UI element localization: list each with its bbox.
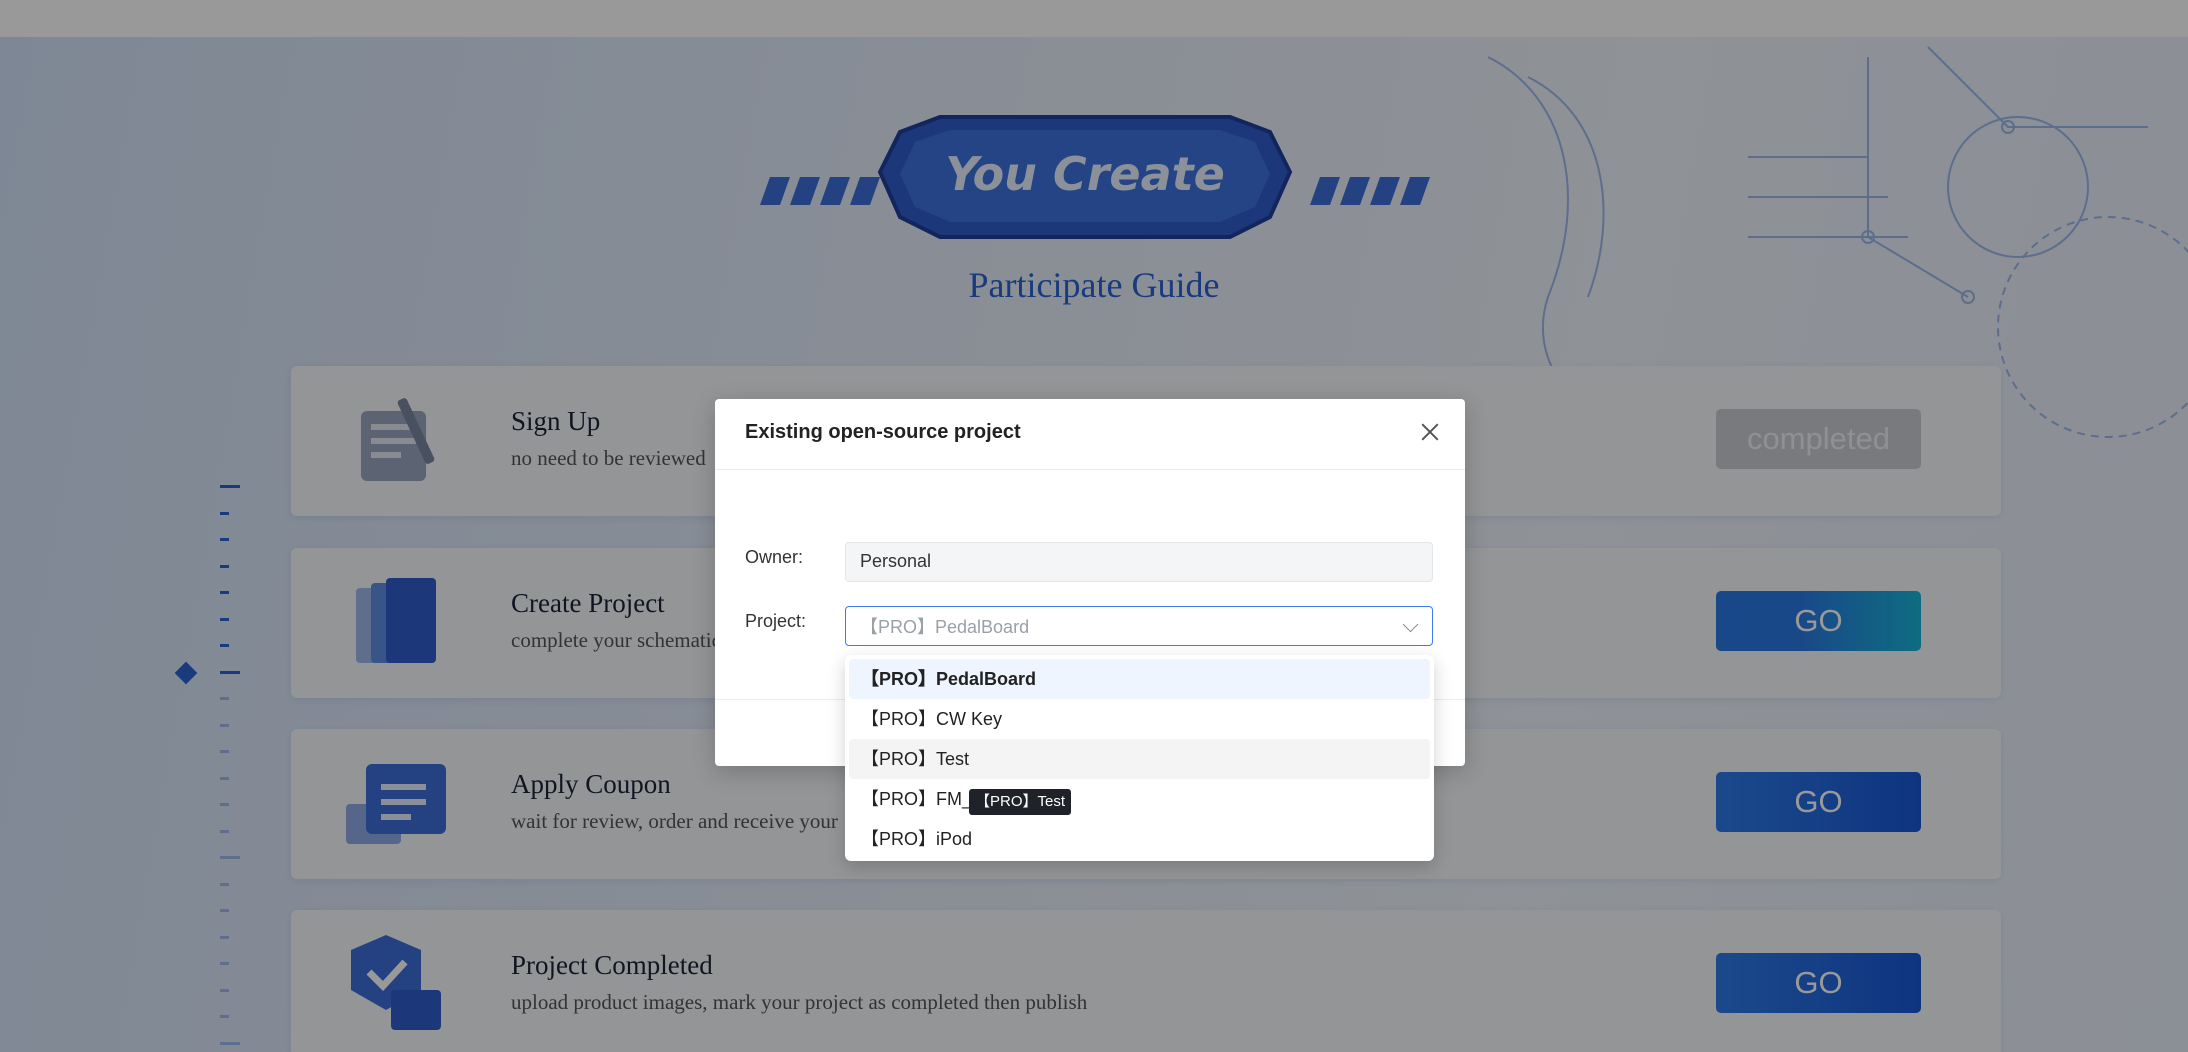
owner-field[interactable]: Personal: [845, 542, 1433, 582]
dropdown-option[interactable]: 【PRO】Test: [849, 739, 1430, 779]
modal-header: Existing open-source project: [715, 399, 1465, 470]
dropdown-option[interactable]: 【PRO】FM_: [849, 779, 1430, 819]
dropdown-option[interactable]: 【PRO】CW Key: [849, 699, 1430, 739]
option-tooltip: 【PRO】Test: [969, 789, 1072, 815]
project-select[interactable]: 【PRO】PedalBoard: [845, 606, 1433, 646]
dropdown-option[interactable]: 【PRO】PedalBoard: [849, 659, 1430, 699]
modal-title: Existing open-source project: [745, 421, 1021, 443]
owner-label: Owner:: [745, 547, 804, 567]
project-label: Project:: [745, 611, 807, 631]
dropdown-option[interactable]: 【PRO】iPod: [849, 819, 1430, 859]
chevron-down-icon: [1402, 616, 1419, 633]
project-select-value: 【PRO】PedalBoard: [860, 617, 1030, 637]
project-dropdown: 【PRO】PedalBoard 【PRO】CW Key 【PRO】Test 【P…: [845, 655, 1434, 861]
close-icon[interactable]: [1415, 417, 1445, 447]
